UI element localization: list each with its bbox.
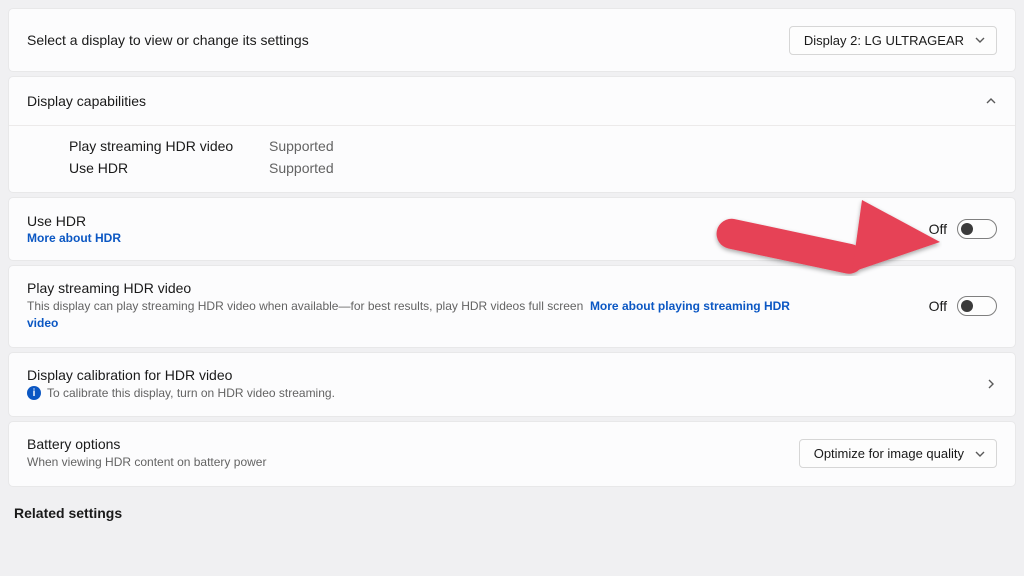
play-streaming-toggle[interactable] <box>957 296 997 316</box>
battery-options-dropdown[interactable]: Optimize for image quality <box>799 439 997 468</box>
cap-row-1-value: Supported <box>269 160 997 176</box>
battery-options-value: Optimize for image quality <box>814 446 964 461</box>
chevron-right-icon <box>985 378 997 390</box>
calibration-row[interactable]: Display calibration for HDR video i To c… <box>9 353 1015 416</box>
capabilities-heading: Display capabilities <box>27 93 146 109</box>
battery-desc: When viewing HDR content on battery powe… <box>27 454 266 471</box>
display-select-dropdown[interactable]: Display 2: LG ULTRAGEAR <box>789 26 997 55</box>
more-about-hdr-link[interactable]: More about HDR <box>27 231 121 245</box>
play-streaming-title: Play streaming HDR video <box>27 280 807 296</box>
related-settings-heading: Related settings <box>8 491 1016 521</box>
use-hdr-title: Use HDR <box>27 213 121 229</box>
display-select-prompt: Select a display to view or change its s… <box>27 32 309 48</box>
chevron-down-icon <box>974 448 986 460</box>
calibration-title: Display calibration for HDR video <box>27 367 335 383</box>
play-streaming-toggle-state: Off <box>929 298 947 314</box>
cap-row-1-label: Use HDR <box>69 160 269 176</box>
cap-row-0-value: Supported <box>269 138 997 154</box>
play-streaming-desc: This display can play streaming HDR vide… <box>27 298 807 333</box>
capabilities-header[interactable]: Display capabilities <box>9 77 1015 125</box>
capabilities-grid: Play streaming HDR video Supported Use H… <box>9 126 1015 192</box>
battery-title: Battery options <box>27 436 266 452</box>
display-select-value: Display 2: LG ULTRAGEAR <box>804 33 964 48</box>
chevron-up-icon <box>985 95 997 107</box>
calibration-info: To calibrate this display, turn on HDR v… <box>47 385 335 402</box>
use-hdr-toggle-state: Off <box>929 221 947 237</box>
use-hdr-toggle[interactable] <box>957 219 997 239</box>
cap-row-0-label: Play streaming HDR video <box>69 138 269 154</box>
info-icon: i <box>27 386 41 400</box>
chevron-down-icon <box>974 34 986 46</box>
play-streaming-desc-text: This display can play streaming HDR vide… <box>27 299 583 313</box>
